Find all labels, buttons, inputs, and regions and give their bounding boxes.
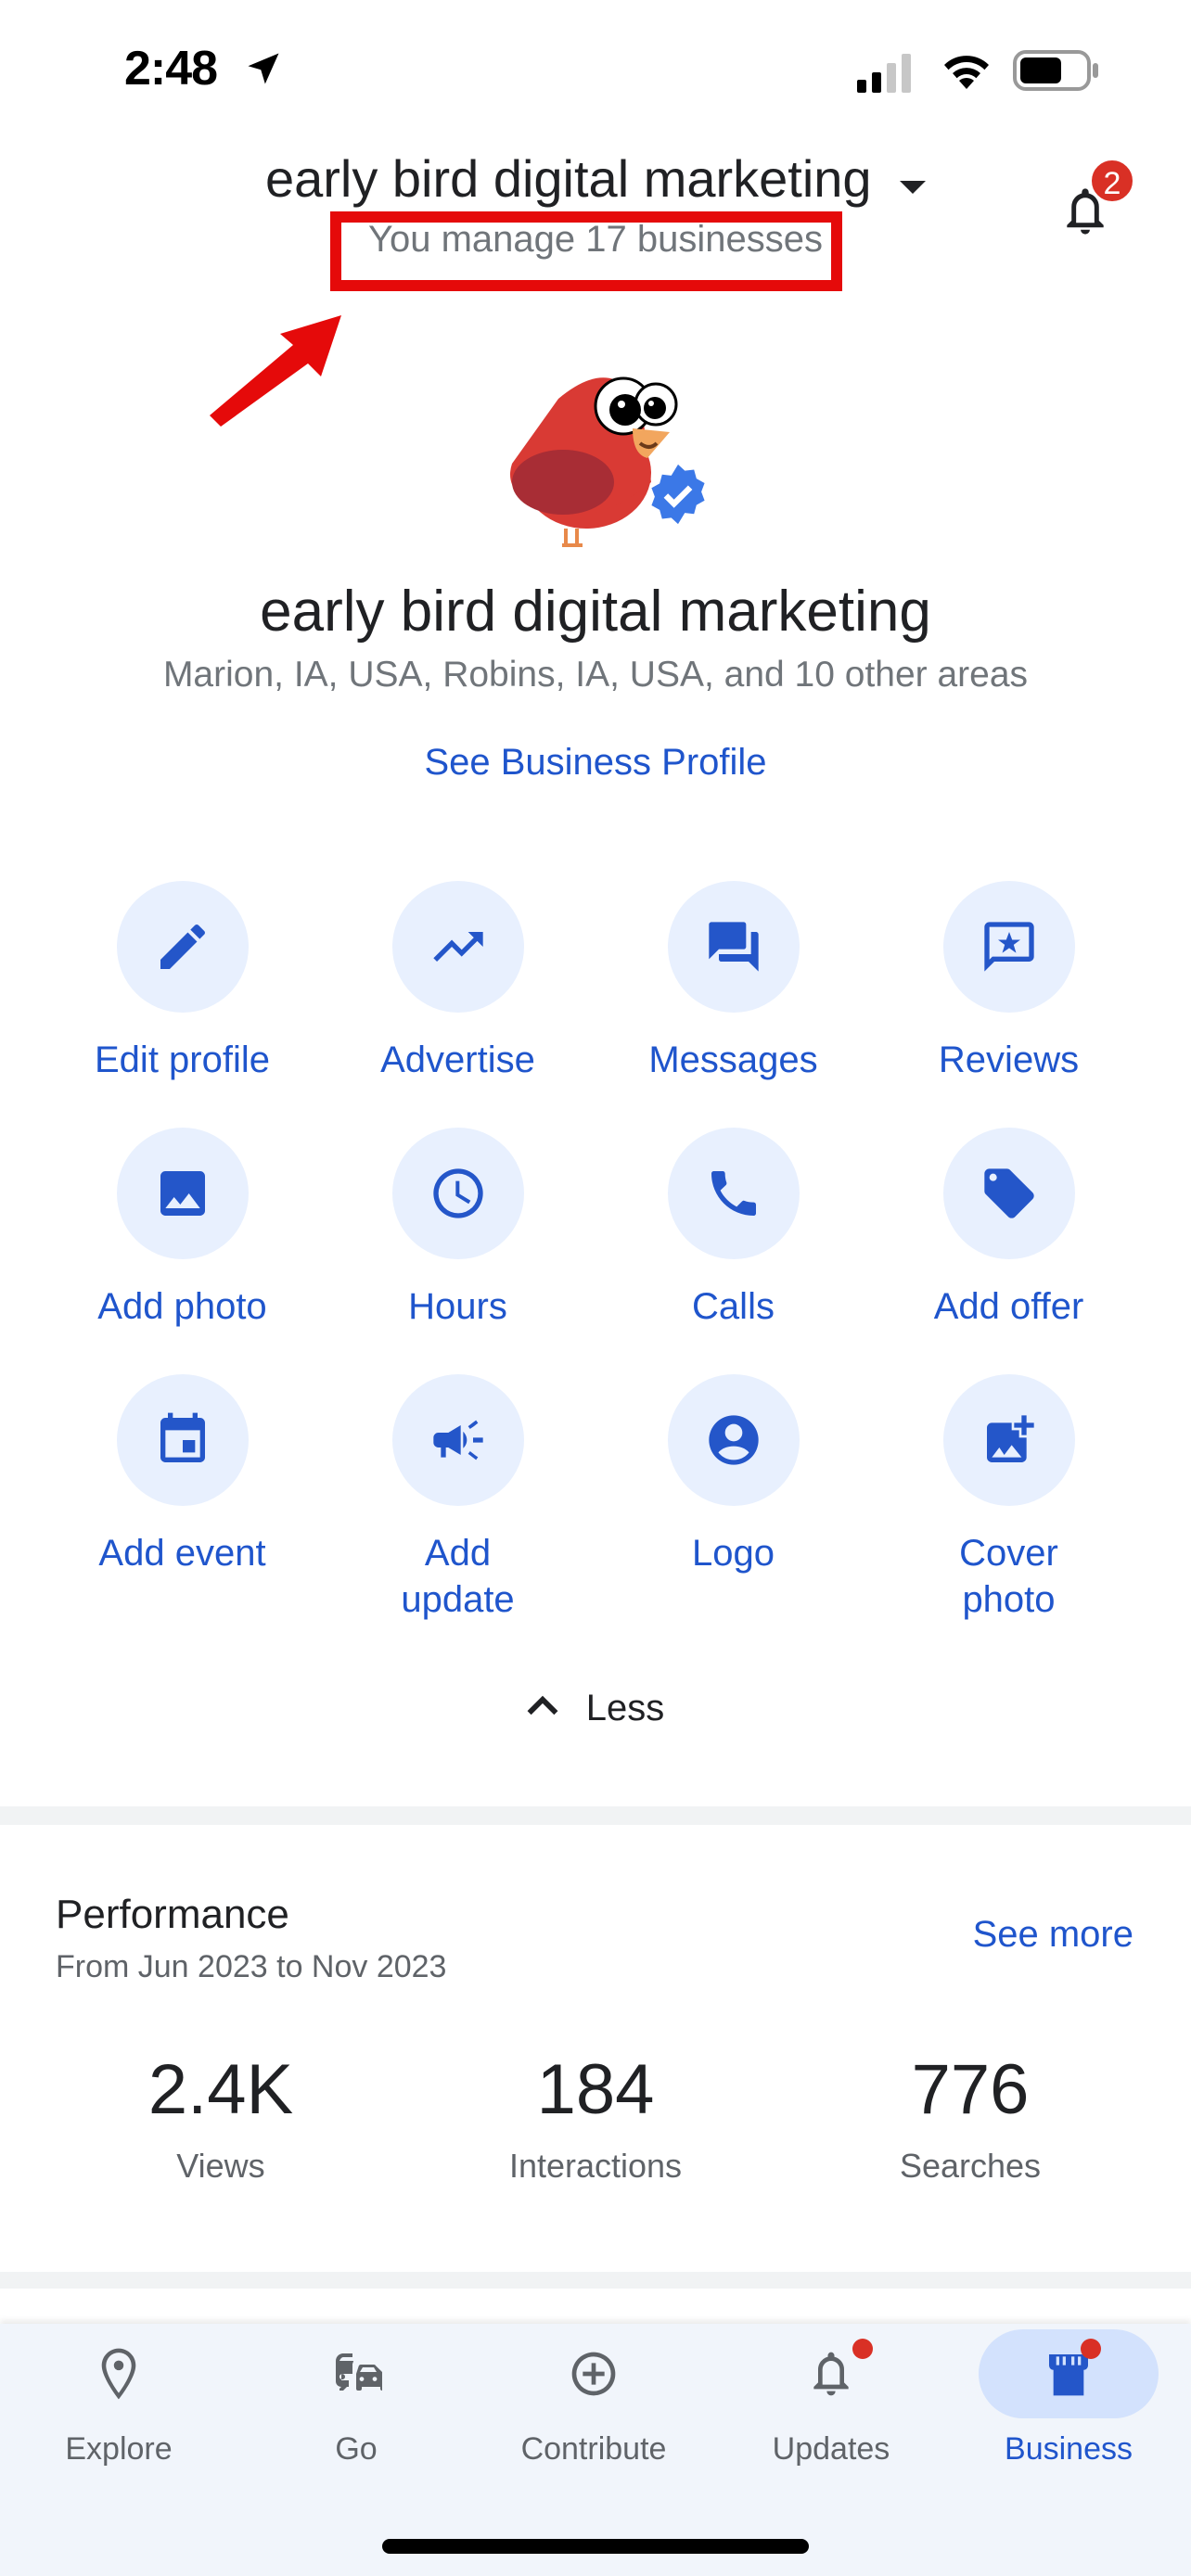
image-icon <box>160 1171 205 1216</box>
nav-go[interactable]: Go <box>237 2324 475 2468</box>
notifications-badge: 2 <box>1089 158 1135 204</box>
nav-explore[interactable]: Explore <box>0 2324 237 2468</box>
nav-label: Updates <box>772 2431 890 2467</box>
status-time: 2:48 <box>124 42 218 96</box>
action-label: Add offer <box>933 1286 1084 1327</box>
advertise-button[interactable]: Advertise <box>320 881 596 1083</box>
verified-badge-icon <box>651 464 705 525</box>
chat-bubbles-icon <box>708 922 759 972</box>
calendar-icon <box>160 1412 205 1462</box>
wifi-icon <box>944 56 989 89</box>
performance-see-more-link[interactable]: See more <box>973 1914 1133 1956</box>
pencil-icon <box>160 924 205 969</box>
add-photo-button[interactable]: Add photo <box>45 1128 320 1330</box>
action-label: Add event <box>98 1533 266 1574</box>
action-label: Calls <box>692 1286 775 1327</box>
action-label: Hours <box>408 1286 507 1327</box>
megaphone-icon <box>432 1420 483 1460</box>
account-circle-icon <box>708 1415 759 1465</box>
action-label: Reviews <box>938 1039 1080 1080</box>
cellular-signal-icon <box>857 54 911 93</box>
reviews-button[interactable]: Reviews <box>871 881 1146 1083</box>
stat-label: Searches <box>899 2147 1042 2185</box>
nav-contribute[interactable]: Contribute <box>475 2324 712 2468</box>
action-label: Advertise <box>380 1039 535 1080</box>
clock-icon <box>432 1168 483 1218</box>
action-label: Add photo <box>97 1286 267 1327</box>
stat-value: 184 <box>536 2050 655 2129</box>
dropdown-caret-icon <box>900 180 927 194</box>
stat-label: Interactions <box>508 2147 683 2185</box>
nav-label: Explore <box>65 2431 173 2467</box>
account-name: early bird digital marketing <box>264 149 872 208</box>
chevron-up-icon <box>527 1696 558 1715</box>
nav-updates[interactable]: Updates <box>712 2324 950 2468</box>
map-pin-icon <box>101 2348 136 2400</box>
add-offer-button[interactable]: Add offer <box>871 1128 1146 1330</box>
messages-button[interactable]: Messages <box>596 881 871 1083</box>
show-less-label: Less <box>585 1688 665 1728</box>
show-less-toggle[interactable]: Less <box>0 1688 1191 1729</box>
add-update-button[interactable]: Add update <box>320 1374 596 1623</box>
commute-icon <box>336 2353 382 2391</box>
nav-label: Business <box>1005 2431 1133 2467</box>
review-star-icon <box>983 922 1034 972</box>
business-name: early bird digital marketing <box>260 580 931 644</box>
section-divider <box>0 1806 1191 1825</box>
add-photo-icon <box>986 1415 1034 1462</box>
hours-button[interactable]: Hours <box>320 1128 596 1330</box>
nav-business[interactable]: Business <box>950 2324 1187 2468</box>
action-label: Add update <box>401 1533 515 1620</box>
annotation-arrow-icon <box>210 315 341 427</box>
business-service-areas: Marion, IA, USA, Robins, IA, USA, and 10… <box>162 655 1029 695</box>
stat-interactions[interactable]: 184 Interactions <box>429 2049 762 2186</box>
stat-label: Views <box>176 2147 265 2185</box>
cover-photo-button[interactable]: Cover photo <box>871 1374 1146 1623</box>
battery-icon <box>1013 50 1098 91</box>
see-business-profile-link[interactable]: See Business Profile <box>0 742 1191 784</box>
phone-icon <box>711 1171 756 1216</box>
stat-value: 2.4K <box>147 2050 294 2129</box>
stat-views[interactable]: 2.4K Views <box>54 2049 388 2186</box>
add-event-button[interactable]: Add event <box>45 1374 320 1576</box>
calls-button[interactable]: Calls <box>596 1128 871 1330</box>
annotation-highlight-box <box>330 211 842 291</box>
location-arrow-icon <box>248 53 279 84</box>
tag-icon <box>983 1168 1034 1218</box>
status-bar: 2:48 <box>0 0 1191 139</box>
business-notification-dot <box>1081 2339 1101 2359</box>
performance-date-range: From Jun 2023 to Nov 2023 <box>56 1949 447 1984</box>
action-label: Edit profile <box>95 1039 270 1080</box>
performance-title: Performance <box>56 1892 289 1937</box>
edit-profile-button[interactable]: Edit profile <box>45 881 320 1083</box>
home-indicator[interactable] <box>382 2539 809 2554</box>
action-label: Cover photo <box>959 1533 1058 1620</box>
nav-label: Go <box>335 2431 378 2467</box>
updates-notification-dot <box>852 2339 873 2359</box>
action-label: Messages <box>648 1039 818 1080</box>
section-divider <box>0 2272 1191 2289</box>
logo-button[interactable]: Logo <box>596 1374 871 1576</box>
bell-icon <box>813 2352 849 2396</box>
trending-up-icon <box>432 932 483 962</box>
stat-searches[interactable]: 776 Searches <box>803 2049 1137 2186</box>
action-label: Logo <box>692 1533 775 1574</box>
stat-value: 776 <box>911 2050 1030 2129</box>
add-circle-icon <box>571 2352 616 2396</box>
account-switcher[interactable]: early bird digital marketing <box>0 148 1191 209</box>
nav-label: Contribute <box>520 2431 667 2467</box>
